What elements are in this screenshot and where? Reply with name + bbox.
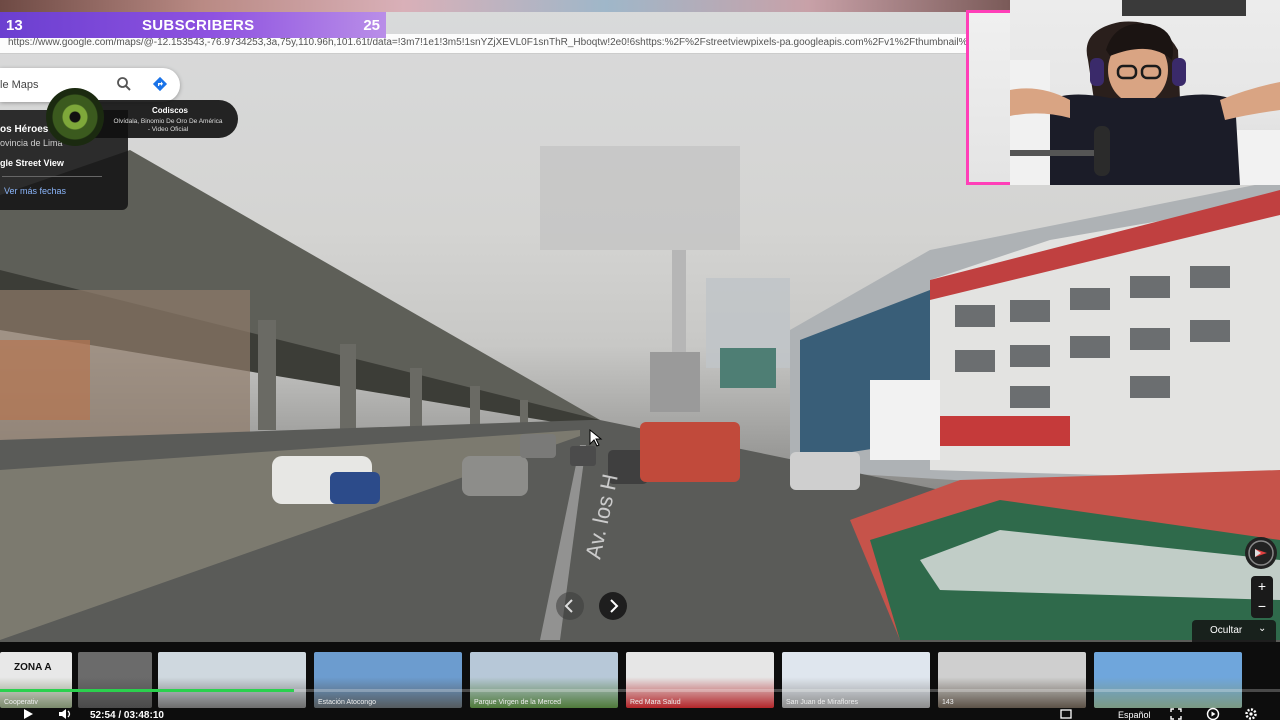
car-blue-stripe — [330, 472, 380, 504]
mic-arm — [1010, 150, 1094, 156]
car-far — [520, 434, 556, 458]
screen: Av. los H https://www.google.com/maps/@-… — [0, 0, 1280, 720]
streamer-shirt — [1050, 94, 1240, 185]
zoom-out-button[interactable]: − — [1251, 598, 1273, 614]
video-progress-fill — [0, 689, 295, 692]
zoom-control: + − — [1251, 576, 1273, 618]
streamer-image — [1010, 0, 1280, 185]
bus-red — [640, 422, 740, 482]
place-name: os Héroes — [0, 124, 49, 135]
car-far-dark — [570, 446, 596, 466]
directions-icon[interactable] — [152, 76, 168, 92]
settings-icon[interactable] — [1244, 707, 1258, 720]
tv-on-wall — [1122, 0, 1246, 16]
webcam-frame-border — [966, 10, 1012, 185]
play-icon[interactable] — [22, 708, 34, 720]
car-gray — [462, 456, 528, 496]
building-left-brick — [0, 340, 90, 420]
zoom-in-button[interactable]: + — [1251, 578, 1273, 594]
more-dates-link[interactable]: Ver más fechas — [4, 186, 66, 196]
volume-icon[interactable] — [58, 708, 72, 720]
billboard-pole — [672, 250, 686, 360]
compass-icon — [1248, 540, 1274, 566]
car-right — [790, 452, 860, 490]
distant-building-gray — [650, 352, 700, 412]
microphone — [1094, 126, 1110, 176]
distant-building-green — [720, 348, 776, 388]
autoplay-toggle-icon[interactable] — [1206, 707, 1220, 720]
album-art-vinyl — [46, 88, 104, 146]
next-image-button[interactable] — [599, 592, 627, 620]
fullscreen-icon[interactable] — [1170, 708, 1182, 720]
chevron-right-icon — [610, 599, 619, 613]
street-view-label: gle Street View — [0, 158, 64, 168]
search-icon[interactable] — [116, 76, 132, 92]
subscriber-goal: 25 — [363, 17, 380, 34]
subscriber-count: 13 — [6, 17, 23, 34]
video-player-controls: 52:54 / 03:48:10 Español — [0, 700, 1280, 720]
shop-awning — [940, 416, 1070, 446]
browser-tab-strip — [0, 0, 1010, 12]
hide-label: Ocultar — [1210, 625, 1243, 636]
video-time: 52:54 / 03:48:10 — [90, 710, 164, 720]
chevron-left-icon — [564, 599, 573, 613]
video-progress-bar[interactable] — [0, 689, 1280, 692]
truck-box — [870, 380, 940, 460]
language-label[interactable]: Español — [1118, 710, 1151, 720]
thumbnail-overlay-text: ZONA A — [14, 662, 52, 673]
billboard — [540, 146, 740, 250]
divider — [2, 176, 102, 177]
streamer-arm-right — [1220, 82, 1280, 120]
hide-thumbnails-button[interactable]: Ocultar ⌄ — [1192, 620, 1276, 642]
url-text: https://www.google.com/maps/@-12.153543,… — [8, 37, 1010, 48]
place-region: ovincia de Lima — [0, 138, 63, 148]
compass-button[interactable] — [1245, 537, 1277, 569]
subscriber-goal-bar: 13 SUBSCRIBERS 25 — [0, 12, 386, 38]
now-playing-subtitle: Olvídala, Binomio De Oro De América - Vi… — [113, 118, 223, 133]
search-input[interactable]: le Maps — [0, 79, 39, 91]
chevron-down-double-icon: ⌄ — [1258, 623, 1267, 634]
prev-image-button[interactable] — [556, 592, 584, 620]
captions-icon[interactable] — [1060, 708, 1072, 720]
subscriber-label: SUBSCRIBERS — [142, 17, 255, 34]
webcam-feed — [1010, 0, 1280, 185]
now-playing-title: Codiscos — [152, 106, 189, 115]
